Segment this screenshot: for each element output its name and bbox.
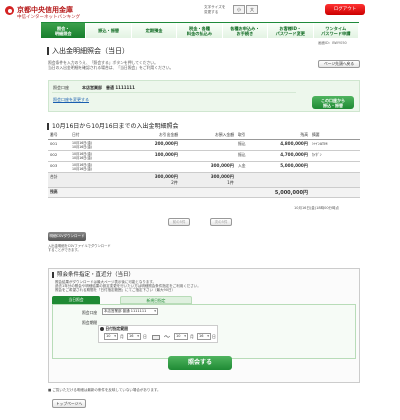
column-header: 摘要 bbox=[310, 131, 360, 140]
row-date: 10月16日(金) 10月16日(金) bbox=[70, 161, 128, 173]
download-note-line: することができます。 bbox=[48, 248, 81, 252]
page-description: 照会条件を入力のうえ、「照会する」ボタンを押してください。 当日の入出金明細を確… bbox=[48, 60, 258, 70]
column-header: 残高 bbox=[258, 131, 310, 140]
nav-item-transfer[interactable]: 振込・振替 bbox=[86, 23, 132, 38]
page-description-line: 当日の入出金明細を確認される場合は、「当日照会」をご利用ください。 bbox=[48, 65, 174, 70]
row-withdraw bbox=[128, 161, 180, 173]
total-withdraw-count: 2件 bbox=[171, 180, 178, 185]
nav-item-inquiry[interactable]: 照会・ 明細照会 bbox=[41, 23, 87, 38]
row-number: 001 bbox=[48, 139, 70, 151]
column-header: お引出金額 bbox=[128, 131, 180, 140]
top-page-button[interactable]: トップページへ bbox=[52, 399, 86, 408]
period-label: 照会期間 bbox=[82, 320, 98, 325]
row-withdraw: 100,000円 bbox=[128, 150, 180, 162]
balance-value: 5,000,000円 bbox=[258, 187, 310, 198]
from-day-unit: 日 bbox=[143, 334, 147, 339]
row-deposit bbox=[180, 150, 236, 162]
bank-logo-icon bbox=[5, 6, 14, 15]
account-label: 照会口座 bbox=[53, 85, 69, 90]
csv-download-button[interactable]: 明細CSVダウンロード bbox=[48, 232, 86, 241]
row-balance: 4,700,000円 bbox=[258, 150, 310, 162]
column-header: 取引 bbox=[236, 131, 258, 140]
table-header-row: 番号 日付 お引出金額 お預入金額 取引 残高 摘要 bbox=[48, 131, 360, 140]
as-of-timestamp: 10月16日(金)18時00分時点 bbox=[294, 206, 340, 210]
account-select[interactable]: 本店営業部 普通 1111111 bbox=[102, 308, 158, 315]
range-separator: 〜 bbox=[164, 334, 171, 341]
balance-row: 残高 5,000,000円 bbox=[48, 187, 360, 198]
table-row: 001 10月16日(金) 10月16日(金) 200,000円 振込 4,80… bbox=[48, 139, 360, 151]
to-month-select[interactable]: 10 bbox=[174, 333, 188, 340]
service-name: 中信インターネットバンキング bbox=[17, 15, 81, 20]
date-range-label: 日付指定範囲 bbox=[105, 326, 129, 331]
radio-selected-icon[interactable] bbox=[100, 327, 104, 331]
nav-item-time-deposit[interactable]: 定期預金 bbox=[131, 23, 178, 38]
screen-id: 画面ID：BWY050 bbox=[318, 41, 347, 45]
row-deposit: 300,000円 bbox=[180, 161, 236, 173]
total-deposit: 300,000円 1件 bbox=[180, 172, 236, 188]
change-account-link[interactable]: 照会口座を変更する bbox=[53, 97, 89, 103]
from-month-unit: 月 bbox=[120, 334, 124, 339]
calendar-icon[interactable] bbox=[152, 335, 160, 340]
total-label: 合計 bbox=[48, 172, 70, 188]
row-withdraw: 200,000円 bbox=[128, 139, 180, 151]
nav-item-one-time-password[interactable]: ワンタイム パスワード申請 bbox=[313, 23, 359, 38]
statement-title: 10月16日から10月16日までの入出金明細照会 bbox=[47, 123, 179, 130]
table-row: 002 10月16日(金) 10月16日(金) 100,000円 振込 4,70… bbox=[48, 150, 360, 162]
text-size-label: 文字サイズを 変更する bbox=[204, 5, 226, 14]
column-header: 番号 bbox=[48, 131, 70, 140]
nav-item-id-password[interactable]: お客様ID・ パスワード変更 bbox=[268, 23, 314, 38]
row-type: 入金 bbox=[236, 161, 258, 173]
next-page-button[interactable]: 次の5件 bbox=[210, 218, 232, 226]
column-header: お預入金額 bbox=[180, 131, 236, 140]
criteria-account-label: 照会口座 bbox=[82, 310, 98, 315]
row-memo bbox=[310, 161, 360, 173]
account-value: 本店営業部 普通 1111111 bbox=[82, 85, 135, 90]
total-withdraw: 300,000円 2件 bbox=[128, 172, 180, 188]
total-row: 合計 300,000円 2件 300,000円 1件 bbox=[48, 172, 360, 188]
global-nav: 照会・ 明細照会 振込・振替 定期預金 税金・各種 料金の払込み 各種お申込み・… bbox=[41, 22, 359, 38]
criteria-title: 照会条件指定・直近分（当日） bbox=[52, 272, 134, 278]
transfer-from-account-button[interactable]: この口座から 振込・振替 bbox=[312, 96, 354, 109]
prev-page-button[interactable]: 前の5件 bbox=[168, 218, 190, 226]
tab-today-inquiry[interactable]: 当日照会 bbox=[52, 296, 100, 304]
tab-date-specify[interactable]: 新規日指定 bbox=[120, 296, 192, 304]
row-number: 002 bbox=[48, 150, 70, 162]
row-deposit bbox=[180, 139, 236, 151]
text-size-large-button[interactable]: 大 bbox=[246, 5, 258, 14]
statement-table: 番号 日付 お引出金額 お預入金額 取引 残高 摘要 001 10月16日(金)… bbox=[48, 131, 360, 198]
column-header: 日付 bbox=[70, 131, 128, 140]
row-balance: 4,800,000円 bbox=[258, 139, 310, 151]
row-number: 003 bbox=[48, 161, 70, 173]
from-month-select[interactable]: 10 bbox=[104, 333, 118, 340]
download-note: 入出金明細をCSVファイルでダウンロード することができます。 bbox=[48, 244, 111, 252]
balance-label: 残高 bbox=[48, 187, 70, 198]
page-top-button[interactable]: ページ先頭へ戻る bbox=[318, 60, 360, 68]
row-memo: ｼｬｲﾝATM bbox=[310, 139, 360, 151]
criteria-description-line: 照会をご希望される期間を「日付指定範囲」にてご指定下さい（最大90日） bbox=[55, 288, 175, 293]
total-deposit-count: 1件 bbox=[227, 180, 234, 185]
row-memo: ｶｲﾀﾞﾝ bbox=[310, 150, 360, 162]
row-date: 10月16日(金) 10月16日(金) bbox=[70, 150, 128, 162]
page-title: 入出金明細照会（当日） bbox=[47, 47, 129, 55]
row-type: 振込 bbox=[236, 150, 258, 162]
row-balance: 5,000,000円 bbox=[258, 161, 310, 173]
nav-item-tax-payment[interactable]: 税金・各種 料金の払込み bbox=[177, 23, 223, 38]
footer-note: ■ ご覧いただける明細は最新の条件を反映していない場合があります。 bbox=[48, 388, 161, 392]
account-divider bbox=[52, 92, 296, 93]
table-row: 003 10月16日(金) 10月16日(金) 300,000円 入金 5,00… bbox=[48, 161, 360, 173]
submit-inquiry-button[interactable]: 照会する bbox=[168, 356, 232, 370]
criteria-description: 照会結果がダウンロードは最大ページ表示後に可能となります。 過去1年分の照会や明… bbox=[55, 280, 325, 293]
row-type: 振込 bbox=[236, 139, 258, 151]
nav-item-applications[interactable]: 各種お申込み・ お手続き bbox=[222, 23, 269, 38]
text-size-small-button[interactable]: 小 bbox=[233, 5, 245, 14]
to-day-unit: 日 bbox=[212, 334, 216, 339]
logout-button[interactable]: ログアウト bbox=[325, 4, 365, 15]
from-day-select[interactable]: 16 bbox=[127, 333, 141, 340]
date-range-heading: 日付指定範囲 bbox=[100, 326, 128, 332]
to-month-unit: 月 bbox=[190, 334, 194, 339]
row-date: 10月16日(金) 10月16日(金) bbox=[70, 139, 128, 151]
to-day-select[interactable]: 16 bbox=[197, 333, 211, 340]
